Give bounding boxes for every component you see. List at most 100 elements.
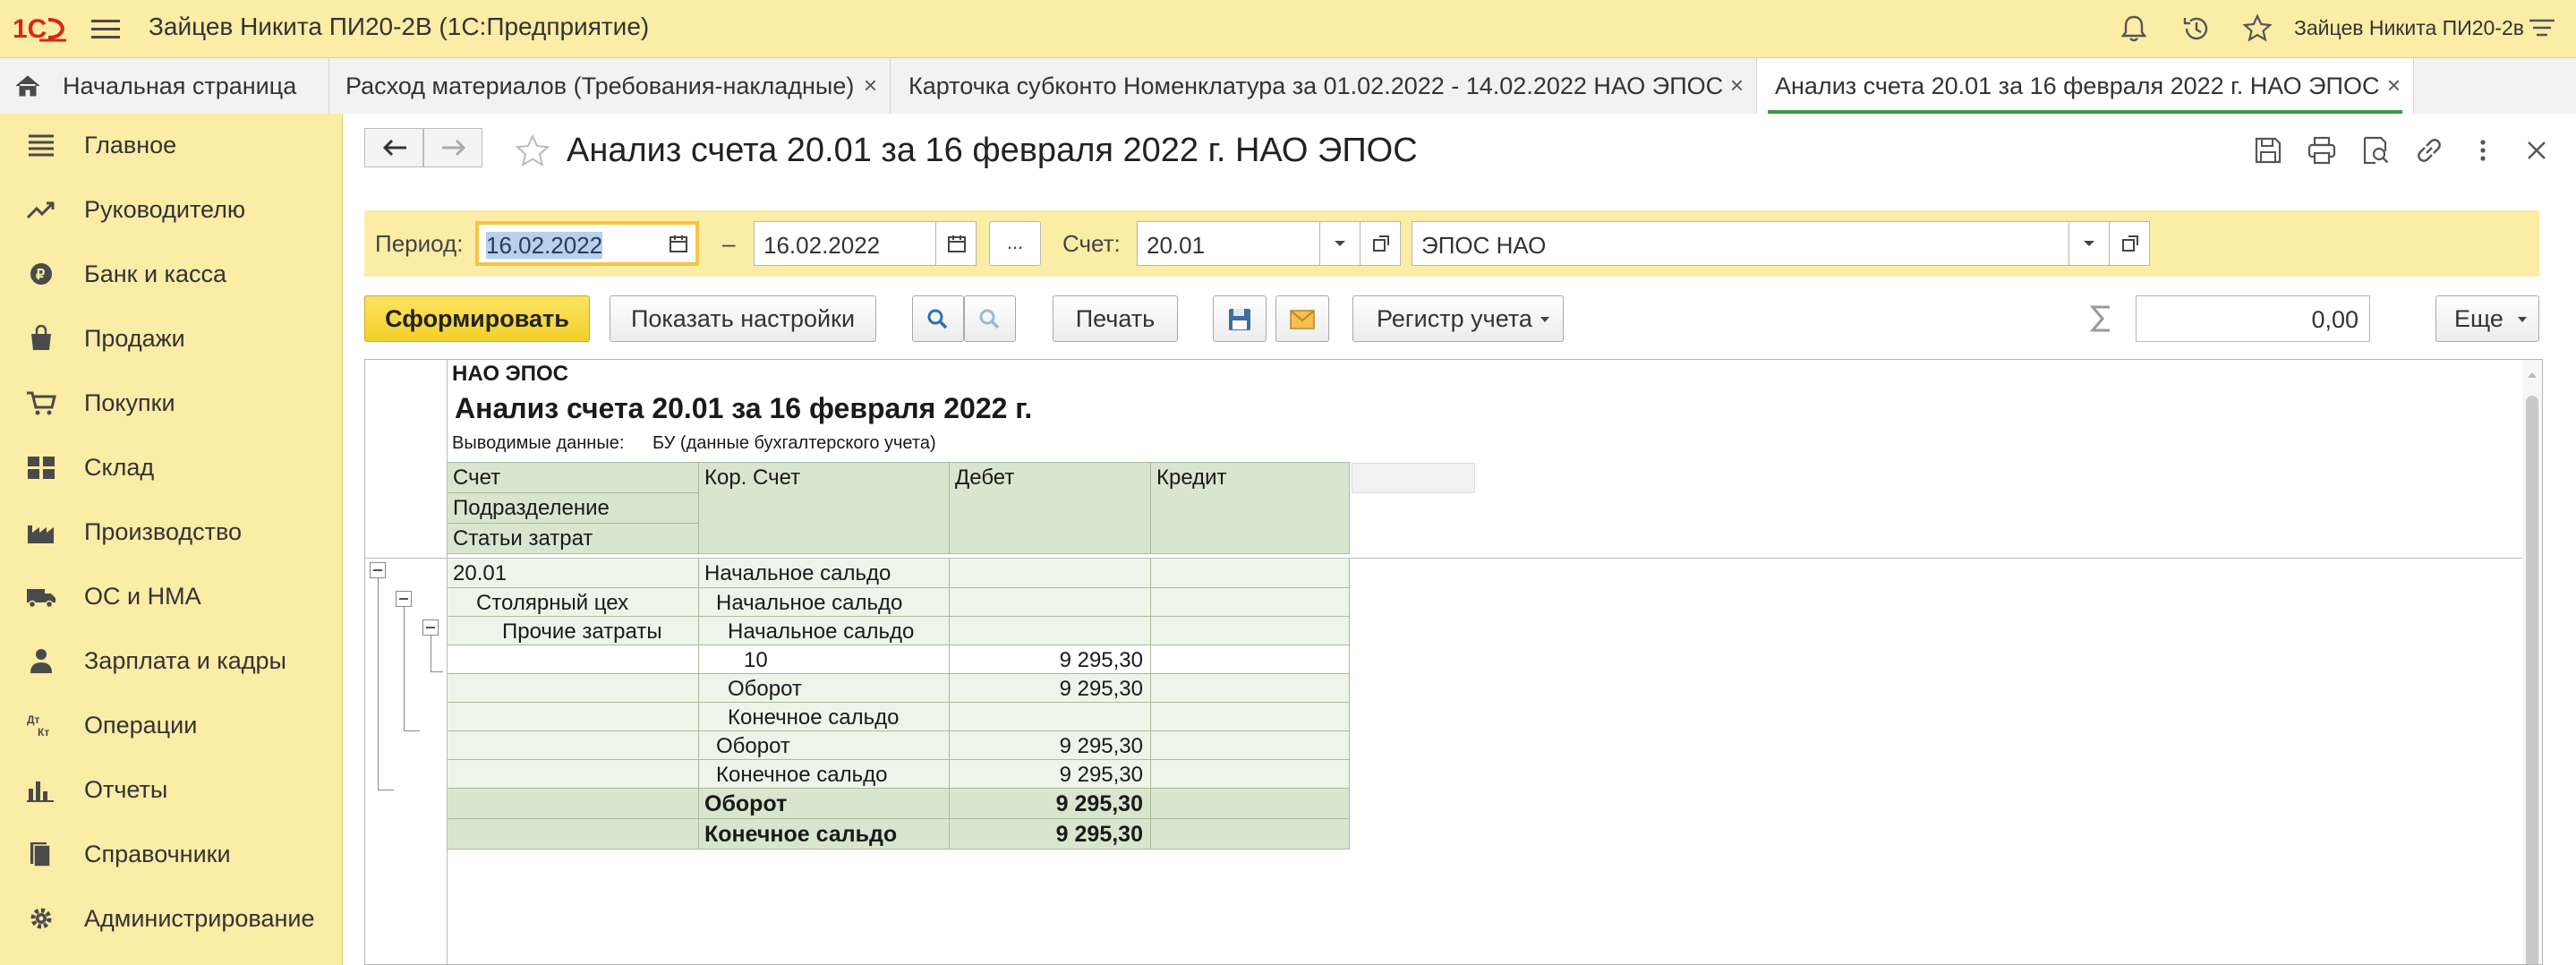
cell-debit[interactable]	[950, 617, 1151, 645]
cell-debit[interactable]: 9 295,30	[950, 645, 1151, 674]
register-dropdown-button[interactable]: Регистр учета	[1352, 295, 1564, 342]
cell-credit[interactable]	[1151, 559, 1350, 588]
save-icon[interactable]	[2253, 135, 2283, 166]
cell-account[interactable]: Прочие затраты	[448, 617, 699, 645]
tab-materials-consumption[interactable]: Расход материалов (Требования-накладные)…	[329, 58, 891, 114]
bell-icon[interactable]	[2118, 13, 2150, 45]
favorites-star-icon[interactable]	[2241, 13, 2273, 45]
sidebar-item-administration[interactable]: Администрирование	[0, 887, 342, 952]
sidebar-item-salary[interactable]: Зарплата и кадры	[0, 629, 342, 694]
calendar-button[interactable]	[935, 221, 977, 266]
sidebar-item-sales[interactable]: Продажи	[0, 307, 342, 371]
organization-field[interactable]: ЭПОС НАО	[1412, 221, 2069, 266]
cell-credit[interactable]	[1151, 731, 1350, 760]
cell-debit[interactable]	[950, 559, 1151, 588]
sidebar-item-fixed-assets[interactable]: ОС и НМА	[0, 565, 342, 629]
cell-corr-account[interactable]: Конечное сальдо	[699, 819, 950, 850]
cell-credit[interactable]	[1151, 674, 1350, 703]
cell-account[interactable]	[448, 645, 699, 674]
cell-debit[interactable]: 9 295,30	[950, 731, 1151, 760]
cell-corr-account[interactable]: Конечное сальдо	[699, 760, 950, 789]
cell-corr-account[interactable]: Конечное сальдо	[699, 703, 950, 731]
cell-account[interactable]	[448, 703, 699, 731]
main-menu-icon[interactable]	[91, 16, 120, 41]
cell-credit[interactable]	[1151, 703, 1350, 731]
cell-credit[interactable]	[1151, 789, 1350, 819]
account-field[interactable]: 20.01	[1137, 221, 1320, 266]
organization-dropdown-button[interactable]	[2068, 221, 2110, 266]
cell-corr-account[interactable]: Начальное сальдо	[699, 617, 950, 645]
user-name[interactable]: Зайцев Никита ПИ20-2в	[2294, 16, 2524, 40]
sidebar-item-manager[interactable]: Руководителю	[0, 178, 342, 243]
link-icon[interactable]	[2414, 135, 2444, 166]
cell-account[interactable]: 20.01	[448, 559, 699, 588]
sidebar-item-operations[interactable]: Дт Кт Операции	[0, 694, 342, 758]
cell-credit[interactable]	[1151, 645, 1350, 674]
cell-account[interactable]	[448, 789, 699, 819]
collapse-group-icon[interactable]	[422, 619, 439, 636]
cell-account[interactable]	[448, 731, 699, 760]
tab-account-analysis[interactable]: Анализ счета 20.01 за 16 февраля 2022 г.…	[1757, 58, 2414, 114]
cell-account[interactable]	[448, 819, 699, 850]
cell-credit[interactable]	[1151, 588, 1350, 617]
sidebar-item-warehouse[interactable]: Склад	[0, 436, 342, 500]
history-icon[interactable]	[2180, 13, 2213, 45]
header-credit[interactable]: Кредит	[1151, 462, 1350, 554]
print-button[interactable]: Печать	[1053, 295, 1178, 342]
sidebar-item-catalogs[interactable]: Справочники	[0, 823, 342, 887]
cell-debit[interactable]: 9 295,30	[950, 819, 1151, 850]
close-icon[interactable]: ×	[2387, 72, 2401, 99]
cell-debit[interactable]: 9 295,30	[950, 789, 1151, 819]
account-dropdown-button[interactable]	[1319, 221, 1361, 266]
save-button[interactable]	[1213, 295, 1267, 342]
cell-debit[interactable]	[950, 588, 1151, 617]
selected-cells-sum[interactable]: 0,00	[2136, 295, 2370, 342]
tab-subconto-card[interactable]: Карточка субконто Номенклатура за 01.02.…	[891, 58, 1757, 114]
close-icon[interactable]	[2521, 135, 2552, 166]
period-to-field[interactable]: 16.02.2022	[754, 221, 936, 266]
sidebar-item-bank[interactable]: ₽ Банк и касса	[0, 243, 342, 307]
close-icon[interactable]: ×	[1730, 72, 1744, 99]
cell-debit[interactable]	[950, 703, 1151, 731]
cell-corr-account[interactable]: Оборот	[699, 674, 950, 703]
cell-corr-account[interactable]: Начальное сальдо	[699, 559, 950, 588]
search-button[interactable]	[912, 295, 964, 342]
1c-logo-icon[interactable]: 1С	[13, 13, 68, 45]
send-email-button[interactable]	[1275, 295, 1329, 342]
search-clear-button[interactable]	[964, 295, 1016, 342]
header-cost-items[interactable]: Статьи затрат	[448, 524, 699, 554]
organization-open-button[interactable]	[2109, 221, 2150, 266]
show-settings-button[interactable]: Показать настройки	[610, 295, 876, 342]
generate-button[interactable]: Сформировать	[364, 295, 590, 342]
report-spreadsheet[interactable]: НАО ЭПОС Анализ счета 20.01 за 16 феврал…	[364, 359, 2543, 965]
account-open-button[interactable]	[1360, 221, 1401, 266]
sidebar-item-purchases[interactable]: Покупки	[0, 371, 342, 436]
calendar-button[interactable]	[660, 225, 697, 262]
cell-corr-account[interactable]: Начальное сальдо	[699, 588, 950, 617]
cell-debit[interactable]: 9 295,30	[950, 674, 1151, 703]
cell-account[interactable]: Столярный цех	[448, 588, 699, 617]
settings-lines-icon[interactable]	[2526, 13, 2558, 45]
collapse-group-icon[interactable]	[370, 562, 386, 578]
close-icon[interactable]: ×	[864, 72, 877, 99]
scrollbar-thumb[interactable]	[2526, 396, 2538, 964]
cell-corr-account[interactable]: 10	[699, 645, 950, 674]
favorite-star-icon[interactable]	[515, 133, 550, 169]
print-icon[interactable]	[2307, 135, 2337, 166]
select-period-button[interactable]: ...	[989, 221, 1041, 266]
sidebar-item-production[interactable]: Производство	[0, 500, 342, 565]
header-division[interactable]: Подразделение	[448, 493, 699, 524]
more-button[interactable]: Еще	[2435, 295, 2539, 342]
sidebar-item-reports[interactable]: Отчеты	[0, 758, 342, 823]
scroll-up-icon[interactable]	[2527, 371, 2538, 380]
more-vertical-icon[interactable]	[2468, 135, 2498, 166]
cell-credit[interactable]	[1151, 617, 1350, 645]
cell-credit[interactable]	[1151, 819, 1350, 850]
forward-button[interactable]	[423, 128, 482, 167]
cell-debit[interactable]: 9 295,30	[950, 760, 1151, 789]
cell-credit[interactable]	[1151, 760, 1350, 789]
collapse-group-icon[interactable]	[396, 591, 412, 607]
header-debit[interactable]: Дебет	[950, 462, 1151, 554]
tab-home[interactable]: Начальная страница	[0, 58, 329, 114]
cell-account[interactable]	[448, 674, 699, 703]
